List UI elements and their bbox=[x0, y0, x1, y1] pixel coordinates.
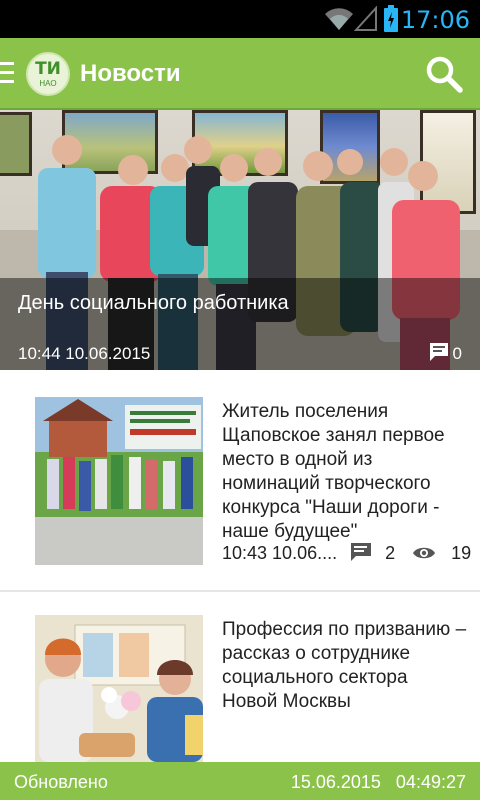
app-logo[interactable]: ТИ НАО bbox=[26, 52, 70, 96]
status-bar: 17:06 bbox=[0, 0, 480, 38]
search-icon[interactable] bbox=[424, 54, 464, 94]
app-bar: ТИ НАО Новости bbox=[0, 38, 480, 110]
wifi-icon bbox=[325, 8, 353, 30]
logo-text-bottom: НАО bbox=[39, 79, 57, 88]
article-thumbnail bbox=[35, 397, 203, 565]
list-item[interactable]: Профессия по призванию – рассказ о сотру… bbox=[0, 592, 480, 762]
logo-text-top: ТИ bbox=[35, 59, 61, 79]
featured-headline[interactable]: День социального работника bbox=[18, 292, 289, 315]
menu-icon[interactable] bbox=[0, 62, 14, 86]
updated-datetime: 15.06.2015 04:49:27 bbox=[290, 772, 466, 792]
update-footer: Обновлено 15.06.2015 04:49:27 bbox=[0, 762, 480, 800]
article-meta: 10:43 10.06.... 2 19 bbox=[222, 542, 471, 564]
comment-icon bbox=[351, 543, 372, 561]
featured-comments: 0 bbox=[429, 342, 462, 364]
article-comment-count: 2 bbox=[385, 543, 396, 563]
page-title: Новости bbox=[80, 60, 181, 87]
battery-icon bbox=[384, 5, 398, 32]
featured-article[interactable]: День социального работника 10:44 10.06.2… bbox=[0, 110, 480, 370]
featured-timestamp: 10:44 10.06.2015 bbox=[18, 344, 151, 363]
views-eye-icon bbox=[413, 547, 436, 559]
article-view-count: 19 bbox=[451, 543, 472, 563]
list-item[interactable]: Житель поселения Щаповское занял первое … bbox=[0, 370, 480, 590]
article-timestamp: 10:43 10.06.... bbox=[222, 543, 338, 563]
article-title[interactable]: Житель поселения Щаповское занял первое … bbox=[222, 400, 467, 544]
article-title[interactable]: Профессия по призванию – рассказ о сотру… bbox=[222, 618, 467, 714]
cellular-signal-icon bbox=[354, 6, 377, 31]
updated-label: Обновлено bbox=[14, 772, 108, 792]
comment-icon bbox=[429, 343, 448, 361]
featured-comment-count: 0 bbox=[452, 344, 462, 363]
article-thumbnail bbox=[35, 615, 203, 762]
status-time: 17:06 bbox=[400, 6, 470, 34]
